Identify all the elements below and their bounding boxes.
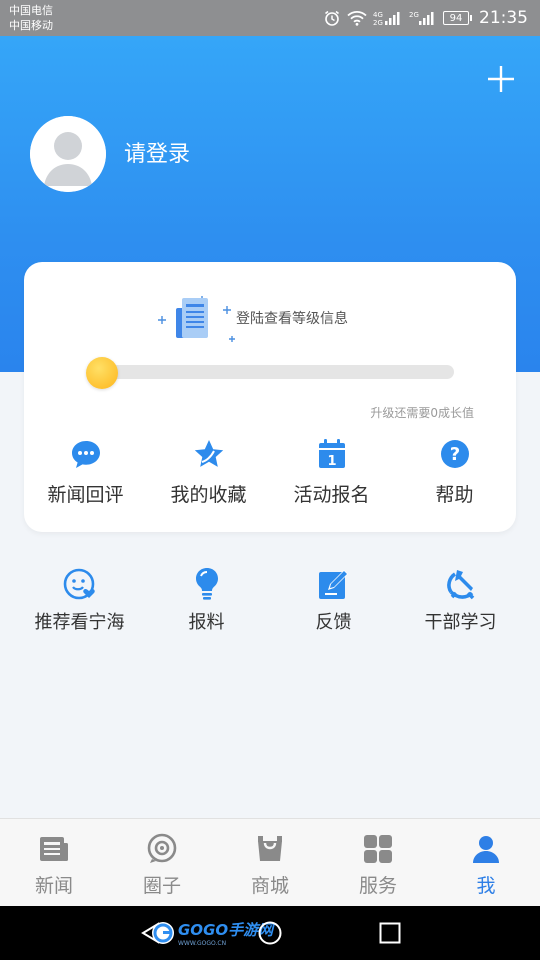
svg-text:?: ? xyxy=(449,444,459,465)
login-link[interactable]: 请登录 xyxy=(124,140,190,170)
svg-text:4G: 4G xyxy=(373,11,383,19)
carrier-2: 中国移动 xyxy=(9,19,53,32)
menu-item-events[interactable]: 1 活动报名 xyxy=(270,438,393,507)
battery-indicator: 94 xyxy=(443,11,472,25)
bottom-tab-bar: 新闻 圈子 商城 服务 我 xyxy=(0,818,540,907)
signal-2g-icon: 2G xyxy=(409,9,437,27)
lightbulb-icon xyxy=(195,568,218,600)
circle-chat-icon xyxy=(147,833,177,863)
tab-me[interactable]: 我 xyxy=(432,819,540,907)
avatar[interactable] xyxy=(30,116,106,192)
level-progress-hint: 升级还需要0成长值 xyxy=(370,406,474,420)
user-icon xyxy=(473,836,499,863)
help-icon: ? xyxy=(440,440,469,468)
service-label: 报料 xyxy=(188,612,225,633)
add-button[interactable] xyxy=(486,64,516,94)
menu-item-label: 新闻回评 xyxy=(47,484,124,506)
tab-label: 商城 xyxy=(250,875,289,897)
service-recommend-ninghai[interactable]: 推荐看宁海 xyxy=(16,566,143,634)
service-grid: 推荐看宁海 报料 反馈 干部学习 xyxy=(16,566,524,634)
level-progress-track xyxy=(88,365,454,379)
signal-4g-icon: 4G 2G xyxy=(373,9,403,27)
grid-icon xyxy=(364,835,392,863)
star-icon xyxy=(194,440,223,467)
svg-text:1: 1 xyxy=(327,454,336,469)
level-progress-knob xyxy=(86,357,118,389)
service-label: 反馈 xyxy=(315,612,352,633)
tab-label: 服务 xyxy=(358,875,397,897)
level-card: 登陆查看等级信息 升级还需要0成长值 新闻回评 我的收藏 1 活动报名 ? 帮助 xyxy=(24,262,516,532)
wifi-icon xyxy=(347,9,367,27)
svg-text:2G: 2G xyxy=(409,11,419,19)
service-label: 推荐看宁海 xyxy=(34,612,125,633)
comment-icon xyxy=(71,441,100,468)
level-info-text: 登陆查看等级信息 xyxy=(236,311,348,327)
smile-heart-icon xyxy=(63,568,95,600)
status-icons: 4G 2G 2G 94 21:35 xyxy=(323,8,528,28)
menu-item-label: 活动报名 xyxy=(293,484,370,506)
service-feedback[interactable]: 反馈 xyxy=(270,566,397,634)
tab-news[interactable]: 新闻 xyxy=(0,819,108,907)
tab-label: 我 xyxy=(476,875,496,897)
tab-label: 圈子 xyxy=(142,875,181,897)
level-illustration-icon xyxy=(158,296,235,342)
service-report[interactable]: 报料 xyxy=(143,566,270,634)
card-menu: 新闻回评 我的收藏 1 活动报名 ? 帮助 xyxy=(24,438,516,507)
tab-label: 新闻 xyxy=(34,875,73,897)
menu-item-favorites[interactable]: 我的收藏 xyxy=(147,438,270,507)
menu-item-comments[interactable]: 新闻回评 xyxy=(24,438,147,507)
party-emblem-icon xyxy=(446,570,474,600)
tab-circle[interactable]: 圈子 xyxy=(108,819,216,907)
home-circle-icon[interactable] xyxy=(258,921,282,945)
status-bar: 中国电信 中国移动 4G 2G 2G 94 21:35 xyxy=(0,0,540,36)
svg-text:2G: 2G xyxy=(373,19,383,26)
menu-item-label: 帮助 xyxy=(435,484,474,506)
edit-icon xyxy=(318,570,348,599)
recent-apps-icon[interactable] xyxy=(379,922,401,944)
tab-services[interactable]: 服务 xyxy=(324,819,432,907)
news-icon xyxy=(40,837,68,861)
alarm-icon xyxy=(323,9,341,27)
plus-icon xyxy=(488,66,514,92)
tab-mall[interactable]: 商城 xyxy=(216,819,324,907)
gogo-logo-icon xyxy=(152,922,174,944)
service-cadre-study[interactable]: 干部学习 xyxy=(397,566,524,634)
clock: 21:35 xyxy=(479,8,528,28)
default-avatar-icon xyxy=(30,116,106,192)
shopping-bag-icon xyxy=(258,836,282,861)
calendar-icon: 1 xyxy=(318,439,345,469)
carrier-1: 中国电信 xyxy=(9,4,53,17)
menu-item-help[interactable]: ? 帮助 xyxy=(393,438,516,507)
service-label: 干部学习 xyxy=(424,612,497,633)
watermark-logo: GOGO手游网 WWW.GOGO.CN xyxy=(150,920,273,947)
menu-item-label: 我的收藏 xyxy=(170,484,247,506)
